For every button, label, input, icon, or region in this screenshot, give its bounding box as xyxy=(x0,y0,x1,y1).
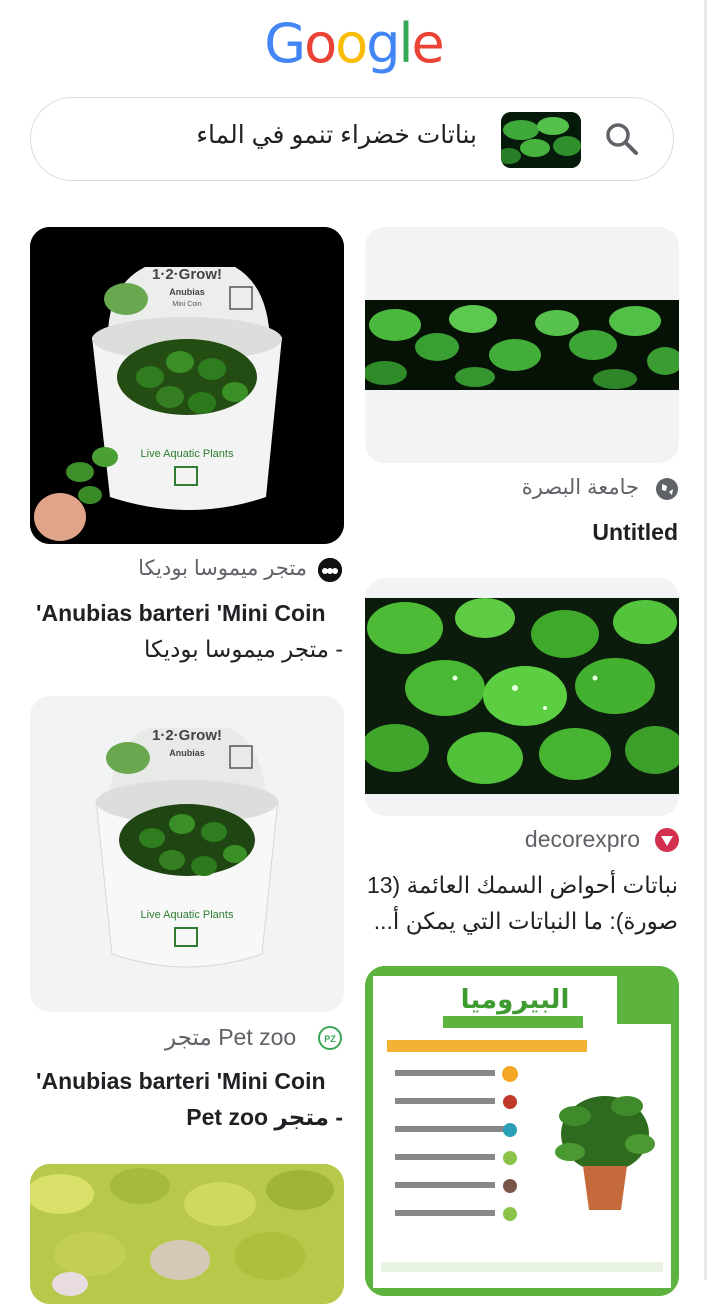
product-label: Live Aquatic Plants xyxy=(141,448,234,460)
result-title-line2[interactable]: - متجر ميموسا بوديكا xyxy=(144,632,343,666)
search-image-thumbnail[interactable] xyxy=(501,112,581,168)
result-title[interactable]: Untitled xyxy=(592,515,678,549)
result-image[interactable] xyxy=(365,578,679,816)
google-logo[interactable]: Google xyxy=(0,12,707,76)
result-image[interactable]: 1·2·Grow! Anubias Mini Coin Live Aquatic… xyxy=(30,227,344,544)
result-image[interactable] xyxy=(365,227,679,463)
result-source[interactable]: decorexpro xyxy=(525,826,640,853)
search-icon[interactable] xyxy=(603,120,641,158)
product-label: Anubias xyxy=(169,748,205,758)
result-title[interactable]: 'Anubias barteri 'Mini Coin xyxy=(36,1064,326,1098)
result-title[interactable]: نباتات أحواض السمك العائمة (13 xyxy=(367,868,678,902)
logo-letter: o xyxy=(304,12,337,75)
result-title-line2[interactable]: صورة): ما النباتات التي يمكن أ... xyxy=(374,904,678,938)
result-title-line2[interactable]: - متجر Pet zoo xyxy=(186,1100,343,1134)
result-source[interactable]: جامعة البصرة xyxy=(522,475,639,500)
result-image[interactable] xyxy=(30,1164,344,1304)
result-source[interactable]: متجر ميموسا بوديكا xyxy=(138,556,307,581)
decorexpro-logo-icon xyxy=(655,828,679,852)
search-query[interactable]: بناتات خضراء تنمو في الماء xyxy=(196,120,477,150)
product-label: Mini Coin xyxy=(172,301,201,308)
source-name: Pet zoo xyxy=(218,1024,297,1050)
product-label: Anubias xyxy=(169,287,205,297)
search-bar[interactable]: بناتات خضراء تنمو في الماء xyxy=(30,97,674,181)
store-logo-icon xyxy=(318,558,342,582)
logo-letter: o xyxy=(335,12,368,75)
logo-letter: g xyxy=(366,12,400,75)
logo-letter: e xyxy=(411,12,445,75)
product-label: 1·2·Grow! xyxy=(152,727,222,744)
source-suffix: متجر xyxy=(165,1024,212,1050)
result-source[interactable]: متجر Pet zoo xyxy=(165,1024,296,1051)
result-image[interactable]: البيروميا xyxy=(365,966,679,1296)
product-label: 1·2·Grow! xyxy=(152,266,222,283)
result-image[interactable]: 1·2·Grow! Anubias Live Aquatic Plants xyxy=(30,696,344,1012)
poster-title: البيروميا xyxy=(461,985,570,1015)
product-label: Live Aquatic Plants xyxy=(141,909,234,921)
svg-text:PZ: PZ xyxy=(324,1034,336,1044)
logo-letter: G xyxy=(264,12,306,75)
petzoo-logo-icon: PZ xyxy=(318,1026,342,1050)
result-title[interactable]: 'Anubias barteri 'Mini Coin xyxy=(36,596,326,630)
globe-icon xyxy=(655,477,679,501)
logo-letter: l xyxy=(398,12,413,75)
